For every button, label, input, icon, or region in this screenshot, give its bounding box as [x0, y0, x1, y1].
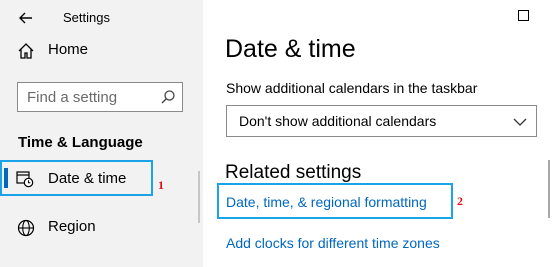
page-title: Date & time [225, 35, 356, 63]
calendar-dropdown[interactable]: Don't show additional calendars [226, 105, 537, 137]
content-scrollbar[interactable] [548, 160, 550, 218]
maximize-button[interactable] [518, 10, 529, 21]
selection-indicator [4, 168, 8, 188]
sidebar-item-region[interactable]: Region [48, 218, 96, 235]
clock-calendar-icon [16, 170, 34, 188]
annotation-number: 1 [158, 178, 164, 192]
search-input[interactable] [27, 88, 157, 106]
app-title: Settings [63, 10, 110, 25]
home-icon[interactable] [16, 41, 36, 61]
sidebar-item-date-time[interactable]: Date & time [0, 160, 153, 196]
annotation-number: 2 [457, 194, 463, 208]
sidebar-item-label: Date & time [48, 170, 127, 187]
regional-formatting-link[interactable]: Date, time, & regional formatting [226, 194, 427, 210]
highlight-box: Date, time, & regional formatting [217, 183, 453, 219]
back-arrow-icon[interactable] [16, 8, 36, 28]
section-title: Time & Language [18, 134, 143, 151]
search-icon[interactable] [160, 89, 176, 105]
chevron-down-icon [513, 115, 527, 127]
calendar-setting-label: Show additional calendars in the taskbar [226, 80, 478, 96]
sidebar-scrollbar[interactable] [198, 171, 200, 223]
dropdown-value: Don't show additional calendars [239, 113, 437, 129]
home-link[interactable]: Home [48, 41, 88, 58]
add-clocks-link[interactable]: Add clocks for different time zones [226, 235, 440, 251]
related-settings-heading: Related settings [225, 162, 362, 183]
search-box[interactable] [17, 82, 183, 112]
globe-icon[interactable] [16, 218, 36, 238]
